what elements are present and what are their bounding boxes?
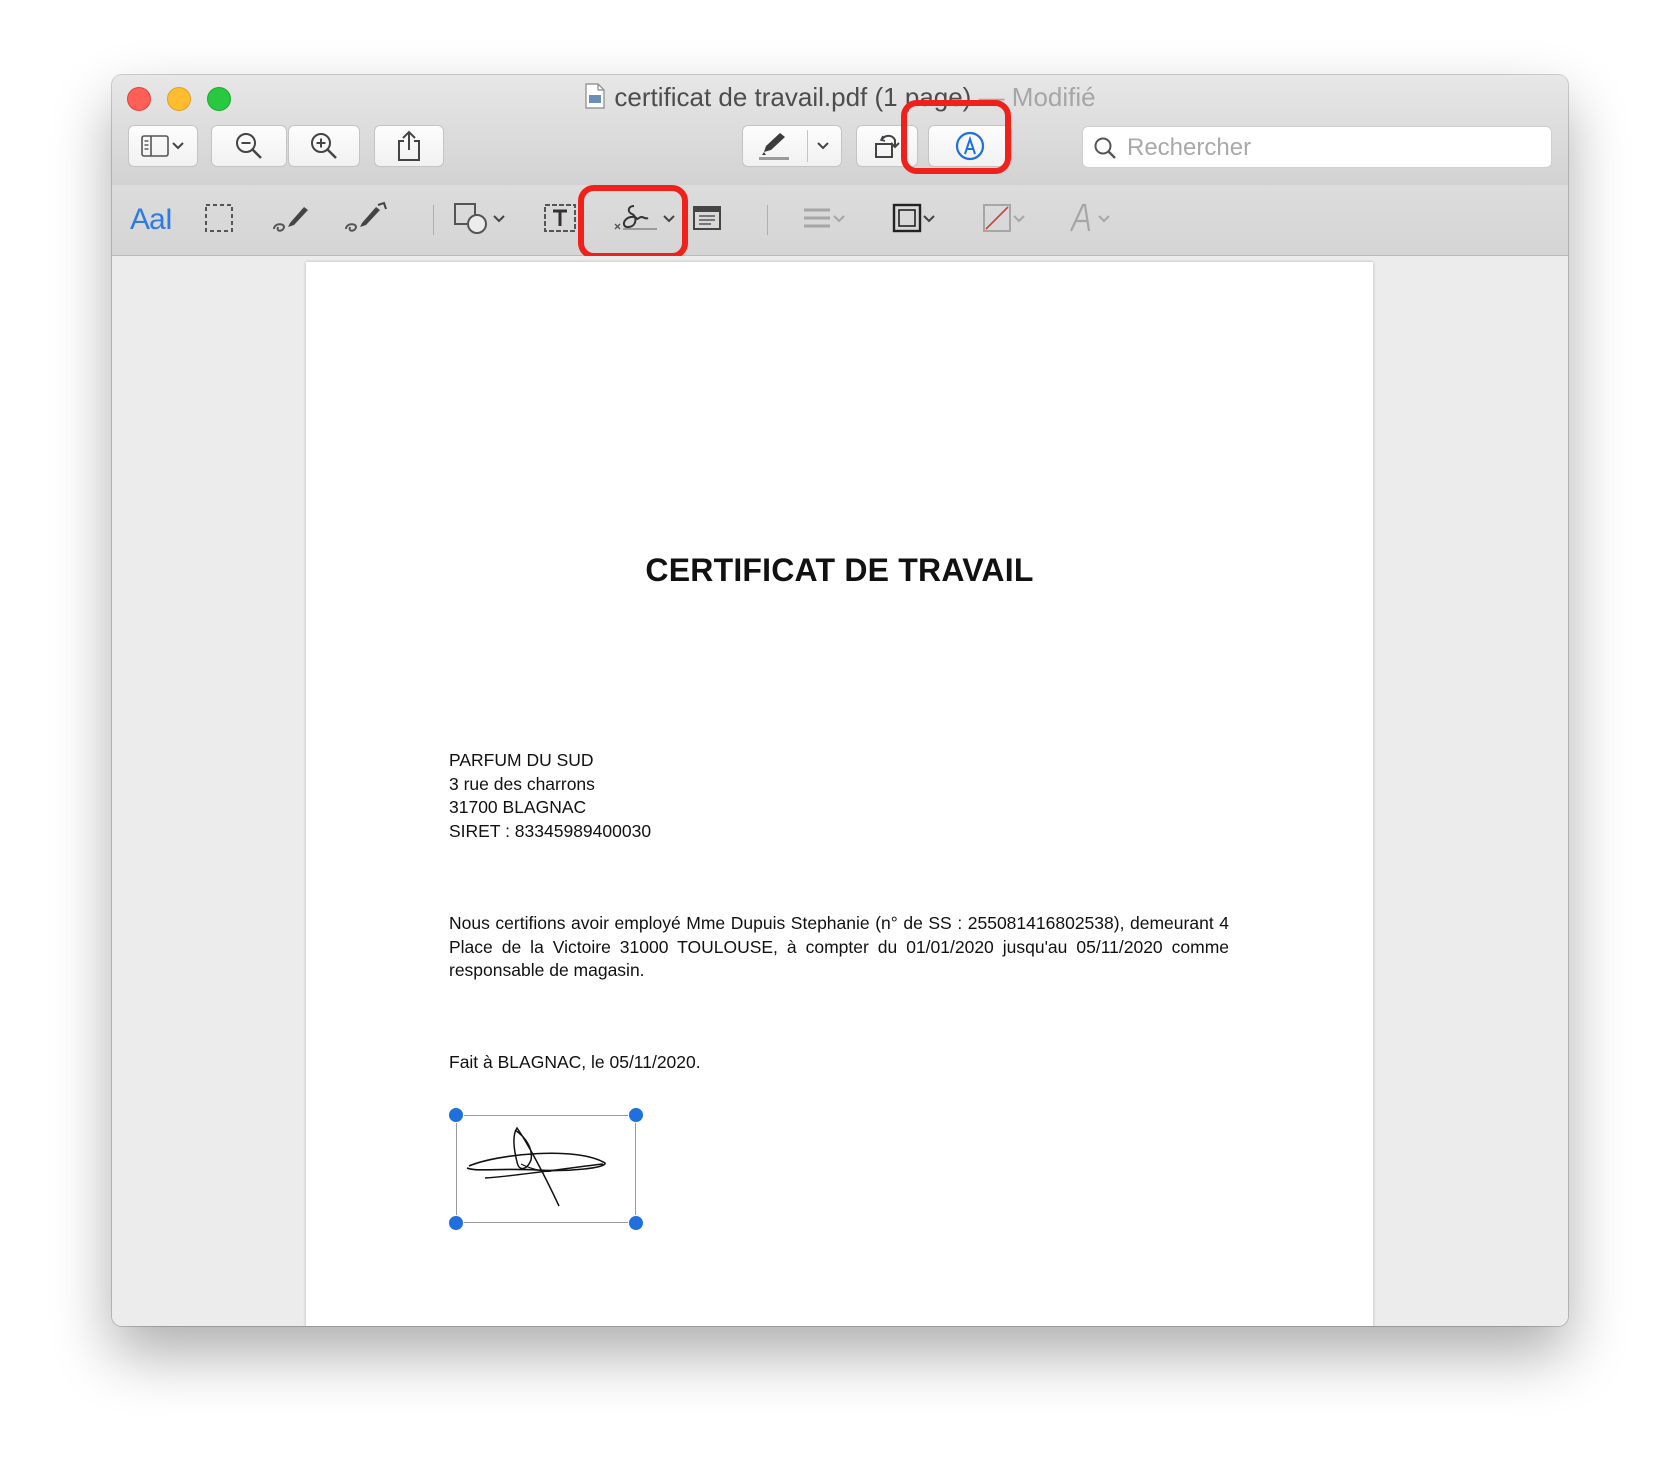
- text-selection-label: AaI: [130, 203, 173, 236]
- text-style-icon: [1067, 201, 1097, 240]
- note-icon: [692, 204, 722, 237]
- markup-button-highlight: [901, 100, 1011, 174]
- address-line: 3 rue des charrons: [449, 773, 595, 794]
- highlight-pen-icon: [743, 130, 806, 162]
- resize-handle[interactable]: [448, 1215, 464, 1231]
- preview-window: certificat de travail.pdf (1 page) — Mod…: [112, 75, 1568, 1326]
- border-color-tool[interactable]: [892, 197, 936, 243]
- sidebar-button[interactable]: [128, 125, 198, 167]
- toolbar-divider: [433, 205, 434, 235]
- company-address: PARFUM DU SUD 3 rue des charrons 31700 B…: [449, 749, 651, 843]
- shape-style-icon: [802, 205, 832, 236]
- share-icon: [396, 130, 422, 162]
- modified-label: Modifié: [1011, 82, 1096, 112]
- sketch-icon: [270, 201, 314, 240]
- rectangular-selection-tool[interactable]: [204, 197, 234, 243]
- fill-color-tool[interactable]: [982, 197, 1026, 243]
- search-icon: [1093, 136, 1117, 165]
- resize-handle[interactable]: [628, 1215, 644, 1231]
- pdf-page: CERTIFICAT DE TRAVAIL PARFUM DU SUD 3 ru…: [306, 262, 1373, 1326]
- signature-tool-highlight: [578, 185, 688, 259]
- shapes-icon: [452, 201, 492, 240]
- resize-handle[interactable]: [628, 1107, 644, 1123]
- text-box-icon: [543, 203, 577, 238]
- toolbar-divider: [767, 205, 768, 235]
- chevron-down-icon: [806, 141, 841, 151]
- text-style-tool[interactable]: [1067, 197, 1111, 243]
- rectangular-selection-icon: [204, 203, 234, 238]
- shape-style-tool[interactable]: [802, 197, 846, 243]
- title-bar: certificat de travail.pdf (1 page) — Mod…: [112, 75, 1568, 186]
- search-field[interactable]: [1082, 126, 1552, 168]
- search-input[interactable]: [1125, 133, 1539, 163]
- address-line: 31700 BLAGNAC: [449, 797, 587, 817]
- document-title: CERTIFICAT DE TRAVAIL: [645, 552, 1034, 588]
- zoom-in-button[interactable]: [288, 125, 360, 167]
- signature-annotation[interactable]: [448, 1107, 644, 1231]
- handwritten-signature: [466, 1126, 606, 1207]
- fill-color-icon: [982, 203, 1012, 238]
- draw-icon: [342, 201, 392, 240]
- note-tool[interactable]: [692, 197, 722, 243]
- address-line: PARFUM DU SUD: [449, 750, 594, 770]
- text-selection-tool[interactable]: AaI: [130, 197, 173, 243]
- chevron-down-icon: [1097, 211, 1111, 229]
- share-button[interactable]: [374, 125, 444, 167]
- zoom-out-icon: [233, 130, 265, 162]
- shapes-tool[interactable]: [452, 197, 506, 243]
- pdf-document-icon: [584, 83, 606, 116]
- chevron-down-icon: [492, 211, 506, 229]
- chevron-down-icon: [171, 141, 185, 151]
- chevron-down-icon: [832, 211, 846, 229]
- sketch-tool[interactable]: [270, 197, 314, 243]
- chevron-down-icon: [922, 211, 936, 229]
- text-box-tool[interactable]: [543, 197, 577, 243]
- zoom-in-icon: [308, 130, 340, 162]
- markup-toolbar: AaI: [112, 185, 1568, 259]
- address-line: SIRET : 83345989400030: [449, 820, 652, 841]
- window-title: certificat de travail.pdf (1 page) — Mod…: [112, 82, 1568, 116]
- highlight-button[interactable]: [742, 125, 842, 167]
- document-viewport[interactable]: CERTIFICAT DE TRAVAIL PARFUM DU SUD 3 ru…: [112, 256, 1568, 1326]
- sidebar-icon: [141, 135, 171, 157]
- chevron-down-icon: [1012, 211, 1026, 229]
- resize-handle[interactable]: [448, 1107, 464, 1123]
- zoom-out-button[interactable]: [211, 125, 287, 167]
- border-color-icon: [892, 203, 922, 238]
- draw-tool[interactable]: [342, 197, 392, 243]
- certificate-body: Nous certifions avoir employé Mme Dupuis…: [449, 913, 1229, 980]
- place-date-line: Fait à BLAGNAC, le 05/11/2020.: [449, 1052, 701, 1072]
- rotate-icon: [872, 131, 902, 161]
